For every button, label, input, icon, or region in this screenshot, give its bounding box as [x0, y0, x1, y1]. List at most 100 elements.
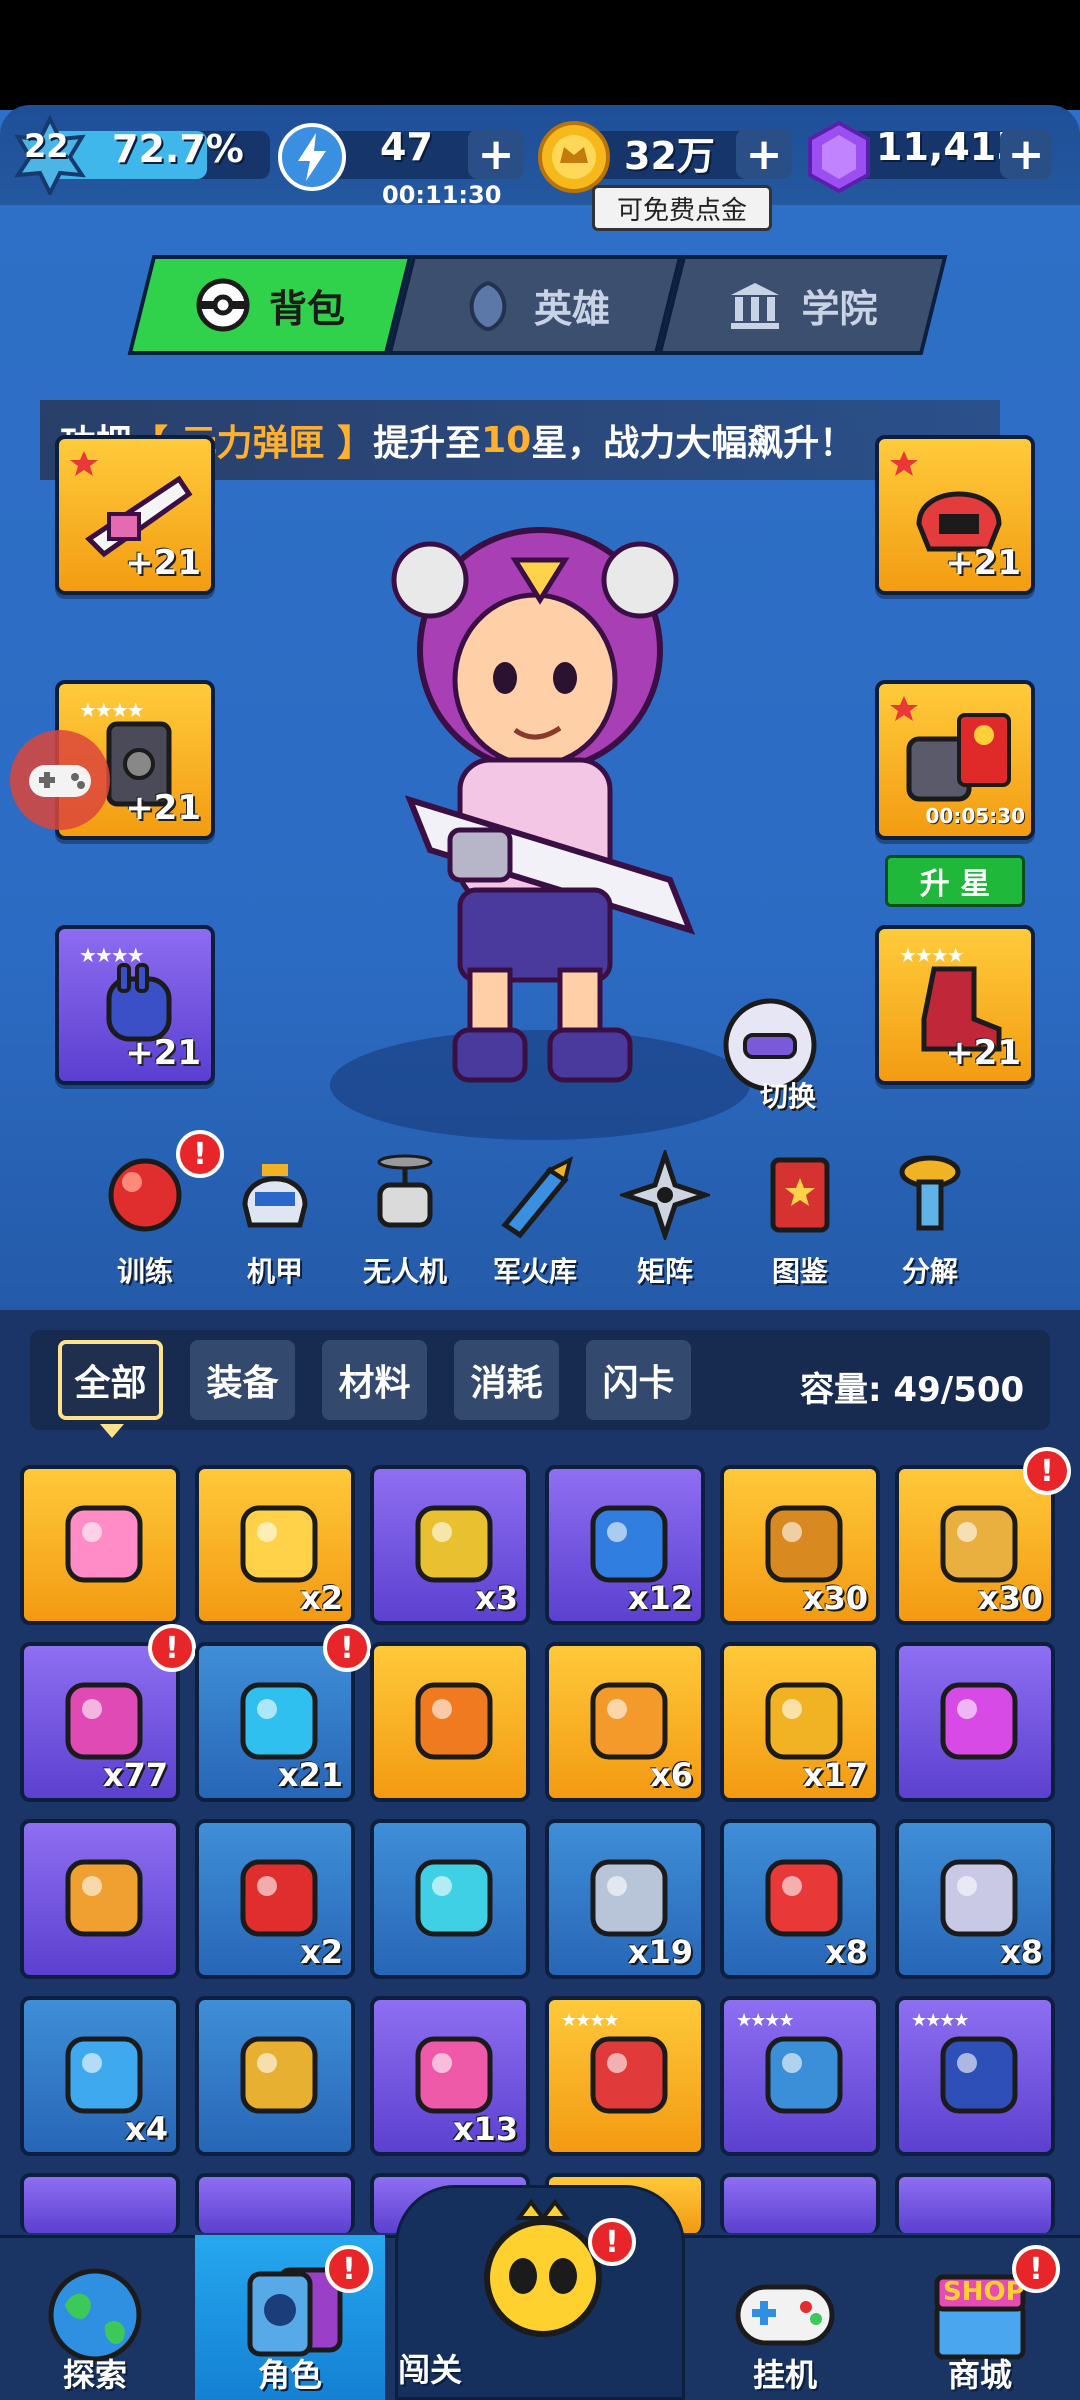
func-label: 分解: [901, 1255, 958, 1288]
inventory-slot[interactable]: [195, 1996, 355, 2156]
nav-explore[interactable]: 探索: [0, 2235, 190, 2400]
nav-stage[interactable]: 闯关: [395, 2185, 685, 2400]
inventory-slot[interactable]: x2: [195, 1465, 355, 1625]
inventory-slot[interactable]: x8: [720, 1819, 880, 1979]
inventory-slot[interactable]: x13: [370, 1996, 530, 2156]
add-gold-button[interactable]: +: [736, 129, 792, 180]
filter-all[interactable]: 全部: [58, 1340, 163, 1420]
screw-icon: [899, 1155, 961, 1231]
item-quantity: x77: [102, 1756, 168, 1794]
gold-tooltip[interactable]: 可免费点金: [592, 185, 772, 231]
drone-icon: [377, 1154, 433, 1228]
func-matrix[interactable]: 矩阵: [610, 1147, 720, 1290]
hero-icon: [469, 280, 507, 332]
equip-slot-boots[interactable]: ★★★★ +21: [875, 925, 1035, 1085]
inventory-slot[interactable]: [195, 2173, 355, 2233]
inventory-slot[interactable]: x4: [20, 1996, 180, 2156]
mecha-icon: [242, 1164, 308, 1228]
func-label: 训练: [116, 1255, 173, 1288]
inventory-slot[interactable]: ★★★★: [720, 1996, 880, 2156]
item-quantity: x6: [650, 1756, 693, 1794]
inventory-slot[interactable]: [20, 1819, 180, 1979]
orange-gem-icon: [415, 1682, 493, 1760]
inventory-slot[interactable]: x19: [545, 1819, 705, 1979]
inventory-slot[interactable]: x30: [720, 1465, 880, 1625]
inventory-slot[interactable]: ★★★★: [895, 1996, 1055, 2156]
func-drone[interactable]: 无人机: [350, 1150, 460, 1290]
func-mecha[interactable]: 机甲: [220, 1150, 330, 1290]
switch-weapon-button[interactable]: 切换: [720, 995, 830, 1113]
func-codex[interactable]: 图鉴: [745, 1150, 855, 1290]
inventory-slot[interactable]: x17: [720, 1642, 880, 1802]
floating-gamepad-button[interactable]: [10, 730, 110, 830]
game-screen: 22 72.7% 47 00:11:30 + 32万 + 可免费点金 11,41…: [0, 0, 1080, 2400]
equip-level: +21: [945, 543, 1021, 583]
inventory-slot[interactable]: x2: [195, 1819, 355, 1979]
equip-slot-gloves[interactable]: ★★★★ +21: [55, 925, 215, 1085]
training-alert-badge: !: [176, 1130, 224, 1178]
item-alert-badge: !: [1023, 1447, 1071, 1495]
func-dismantle[interactable]: 分解: [875, 1150, 985, 1290]
filter-consumables[interactable]: 消耗: [454, 1340, 559, 1420]
upgrade-star-button[interactable]: 升 星: [885, 855, 1025, 907]
nav-label: 闯关: [398, 2351, 463, 2389]
item-quantity: x12: [627, 1579, 693, 1617]
banner-middle: 提升至: [373, 423, 482, 464]
inventory-slot[interactable]: [370, 1819, 530, 1979]
resource-hud: 22 72.7% 47 00:11:30 + 32万 + 可免费点金 11,41…: [0, 105, 1080, 231]
inventory-slot[interactable]: x3: [370, 1465, 530, 1625]
equip-slot-helmet[interactable]: +21: [875, 435, 1035, 595]
nav-label: 商城: [947, 2356, 1012, 2394]
switch-label: 切换: [760, 1080, 817, 1113]
item-quantity: x30: [977, 1579, 1043, 1617]
item-stars: ★★★★: [561, 2010, 620, 2031]
nav-label: 挂机: [752, 2356, 817, 2394]
item-stars: ★★★★: [736, 2010, 795, 2031]
equip-level: +21: [125, 1033, 201, 1073]
inventory-slot[interactable]: [895, 2173, 1055, 2233]
add-gems-button[interactable]: +: [1000, 129, 1052, 180]
xp-percent: 72.7%: [112, 127, 244, 171]
inventory-slot[interactable]: x8: [895, 1819, 1055, 1979]
item-quantity: x17: [802, 1756, 868, 1794]
shop-alert-badge: !: [1012, 2245, 1060, 2293]
banner-stars: 10: [481, 419, 532, 461]
inventory-slot[interactable]: [370, 1642, 530, 1802]
item-quantity: x2: [300, 1933, 343, 1971]
nav-idle[interactable]: 挂机: [690, 2235, 880, 2400]
equip-slot-armor[interactable]: 00:05:30: [875, 680, 1035, 840]
inventory-slot[interactable]: [20, 2173, 180, 2233]
tab-hero[interactable]: 英雄: [387, 255, 683, 355]
tab-academy[interactable]: 学院: [657, 255, 948, 355]
filter-equipment[interactable]: 装备: [190, 1340, 295, 1420]
helmet-icon: [940, 2036, 1018, 2114]
inventory-slot[interactable]: x6: [545, 1642, 705, 1802]
gold-coin-icon: [538, 121, 610, 193]
academy-icon: [731, 283, 780, 329]
item-quantity: x30: [802, 1579, 868, 1617]
status-bar-area: [0, 0, 1080, 110]
add-energy-button[interactable]: +: [468, 129, 524, 180]
item-stars: ★★★★: [911, 2010, 970, 2031]
item-quantity: x3: [475, 1579, 518, 1617]
equip-slot-weapon[interactable]: +21: [55, 435, 215, 595]
armor-redpacket-icon: [906, 713, 1011, 802]
inventory-slot[interactable]: x12: [545, 1465, 705, 1625]
gamepad-icon: [29, 765, 91, 797]
chest-armor-icon: [590, 2036, 668, 2114]
energy-timer: 00:11:30: [382, 181, 502, 209]
inventory-slot[interactable]: [20, 1465, 180, 1625]
filter-materials[interactable]: 材料: [322, 1340, 427, 1420]
func-arsenal[interactable]: 军火库: [480, 1150, 590, 1290]
hero-character[interactable]: [370, 500, 750, 1120]
tab-backpack[interactable]: 背包: [127, 255, 413, 355]
inventory-slot[interactable]: [895, 1642, 1055, 1802]
inventory-slot[interactable]: ★★★★: [545, 1996, 705, 2156]
filter-flashcards[interactable]: 闪卡: [586, 1340, 691, 1420]
equip-level: +21: [125, 788, 201, 828]
boxing-glove-icon: [108, 1158, 182, 1232]
tab-hero-label: 英雄: [533, 286, 610, 331]
inventory-slot[interactable]: [720, 2173, 880, 2233]
func-label: 矩阵: [636, 1255, 693, 1288]
energy-count: 47: [380, 125, 433, 169]
